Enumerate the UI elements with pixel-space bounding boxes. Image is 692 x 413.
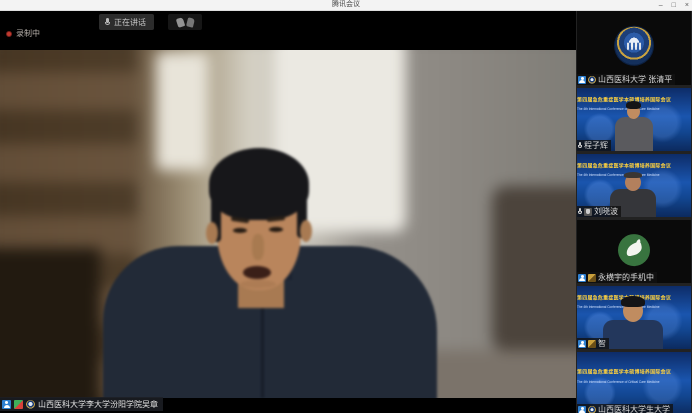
participant-avatar	[615, 27, 653, 65]
member-icon	[578, 274, 586, 282]
main-speaker-name-bar: 山西医科大学李大学汾阳学院吴章	[0, 397, 163, 411]
banner-subtitle: The 4th International Conference of Crit…	[577, 380, 691, 384]
participant-name-label: 山西医科大学 张清平	[577, 74, 675, 85]
hand-icon	[175, 17, 184, 28]
emblem-icon	[26, 400, 35, 409]
participant-thumbnail[interactable]: 第四届急危重症医学本硕博培养国际会议 The 4th International…	[577, 286, 691, 349]
microphone-icon	[105, 18, 110, 26]
maximize-button[interactable]: □	[672, 1, 676, 11]
member-icon	[2, 400, 11, 409]
window-controls: – □ ×	[659, 0, 689, 11]
banner-title: 第四届急危重症医学本硕博培养国际会议	[577, 368, 691, 375]
participant-avatar	[618, 234, 650, 266]
main-speaker-person	[0, 50, 576, 398]
participant-thumbnail[interactable]: 第四届急危重症医学本硕博培养国际会议 The 4th International…	[577, 352, 691, 413]
speaking-label: 正在讲话	[114, 17, 146, 28]
participant-name-label: 永横宇的手机中	[577, 272, 657, 283]
emblem-icon	[588, 406, 596, 413]
extra-icon	[584, 208, 592, 216]
meeting-app: 正在讲话 录制中	[0, 11, 692, 413]
record-dot-icon	[6, 31, 12, 37]
participant-name: 永横宇的手机中	[598, 272, 654, 283]
participant-thumbnail[interactable]: 山西医科大学 张清平	[577, 11, 691, 85]
share-icon	[14, 400, 23, 409]
participant-thumbnail[interactable]: 第四届急危重症医学本硕博培养国际会议 The 4th International…	[577, 88, 691, 151]
participant-name: 智	[598, 338, 606, 349]
member-icon	[578, 406, 586, 413]
recording-badge: 录制中	[6, 28, 40, 39]
mic-icon	[578, 208, 582, 215]
participant-name-label: 程子辉	[577, 140, 611, 151]
participant-thumbnail[interactable]: 永横宇的手机中	[577, 220, 691, 283]
window-titlebar: 腾讯会议 – □ ×	[0, 0, 692, 11]
member-icon	[578, 340, 586, 348]
participant-name-label: 智	[577, 338, 609, 349]
window-title: 腾讯会议	[332, 0, 360, 10]
badge-icon	[588, 340, 596, 348]
raise-hand-indicator[interactable]	[168, 14, 202, 30]
main-speaker-name: 山西医科大学李大学汾阳学院吴章	[38, 399, 158, 410]
participants-sidebar[interactable]: 山西医科大学 张清平 第四届急危重症医学本硕博培养国际会议 The 4th In…	[576, 11, 692, 413]
main-video-stage[interactable]: 正在讲话 录制中	[0, 11, 576, 413]
badge-icon	[588, 274, 596, 282]
speaking-indicator-pill[interactable]: 正在讲话	[99, 14, 154, 30]
participant-name: 山西医科大学 张清平	[598, 74, 672, 85]
member-icon	[578, 76, 586, 84]
minimize-button[interactable]: –	[659, 1, 663, 11]
participant-name-label: 刘晓波	[577, 206, 621, 217]
recording-label: 录制中	[16, 28, 40, 39]
participant-name-label: 山西医科大学生大学	[577, 404, 673, 413]
participant-name: 刘晓波	[594, 206, 618, 217]
main-video-feed[interactable]	[0, 50, 576, 398]
close-button[interactable]: ×	[685, 1, 689, 11]
hand-icon	[186, 17, 195, 27]
emblem-icon	[588, 76, 596, 84]
mic-icon	[578, 142, 582, 149]
participant-name: 山西医科大学生大学	[598, 404, 670, 413]
participant-name: 程子辉	[584, 140, 608, 151]
participant-thumbnail[interactable]: 第四届急危重症医学本硕博培养国际会议 The 4th International…	[577, 154, 691, 217]
